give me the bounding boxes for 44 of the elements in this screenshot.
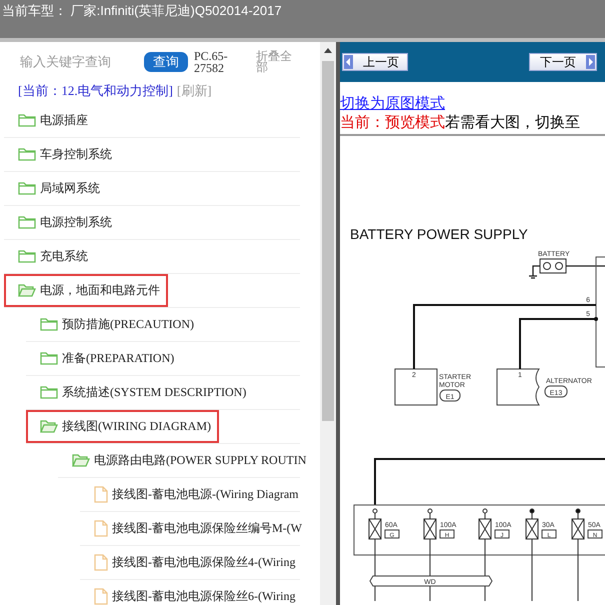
folder-item[interactable]: 电源路由电路(POWER SUPPLY ROUTIN	[58, 444, 314, 477]
folder-item[interactable]: 局域网系统	[4, 172, 108, 205]
folder-icon	[18, 283, 36, 298]
folder-item[interactable]: 系统描述(SYSTEM DESCRIPTION)	[26, 376, 254, 409]
folder-icon	[72, 453, 90, 468]
folder-item[interactable]: 电源控制系统	[4, 206, 120, 239]
current-path: [当前：12.电气和动力控制]	[18, 83, 173, 98]
folder-item[interactable]: 车身控制系统	[4, 138, 120, 171]
mode-hint-text: 若需看大图，切换至	[445, 115, 580, 131]
prev-page-button[interactable]: 上一页	[342, 53, 408, 71]
code-text: PC.65-27582	[194, 50, 229, 74]
search-button[interactable]: 查询	[144, 52, 188, 72]
document-item[interactable]: 接线图-蓄电池电源保险丝6-(Wiring	[80, 580, 304, 605]
document-icon	[94, 520, 108, 537]
document-icon	[94, 554, 108, 571]
folder-item[interactable]: 准备(PREPARATION)	[26, 342, 182, 375]
folder-item[interactable]: 预防措施(PRECAUTION)	[26, 308, 202, 341]
folder-item[interactable]: 接线图(WIRING DIAGRAM)	[26, 410, 219, 443]
folder-icon	[18, 147, 36, 162]
folder-icon	[18, 215, 36, 230]
folder-item[interactable]: 充电系统	[4, 240, 96, 273]
document-item[interactable]: 接线图-蓄电池电源保险丝编号M-(W	[80, 512, 310, 545]
current-mode-text: 当前：预览模式	[340, 115, 445, 131]
next-page-button[interactable]: 下一页	[529, 53, 597, 71]
scrollbar-thumb[interactable]	[322, 61, 334, 421]
folder-icon	[40, 419, 58, 434]
original-mode-link[interactable]: 切换为原图模式	[340, 94, 445, 113]
folder-item[interactable]: 电源，地面和电路元件	[4, 274, 168, 307]
folder-icon	[40, 317, 58, 332]
folder-icon	[18, 249, 36, 264]
header-title: 当前车型： 厂家:Infiniti(英菲尼迪)Q502014-2017	[2, 3, 282, 18]
folder-icon	[18, 113, 36, 128]
document-item[interactable]: 接线图-蓄电池电源保险丝4-(Wiring	[80, 546, 304, 579]
scroll-up-icon[interactable]	[324, 48, 332, 53]
document-icon	[94, 588, 108, 605]
folder-icon	[40, 351, 58, 366]
document-icon	[94, 486, 108, 503]
folder-icon	[40, 385, 58, 400]
right-arrow-icon	[586, 55, 595, 69]
folder-item[interactable]: 电源插座	[4, 104, 96, 137]
left-arrow-icon	[344, 55, 353, 69]
folder-icon	[18, 181, 36, 196]
document-item[interactable]: 接线图-蓄电池电源-(Wiring Diagram	[80, 478, 306, 511]
scrollbar[interactable]	[320, 42, 336, 605]
